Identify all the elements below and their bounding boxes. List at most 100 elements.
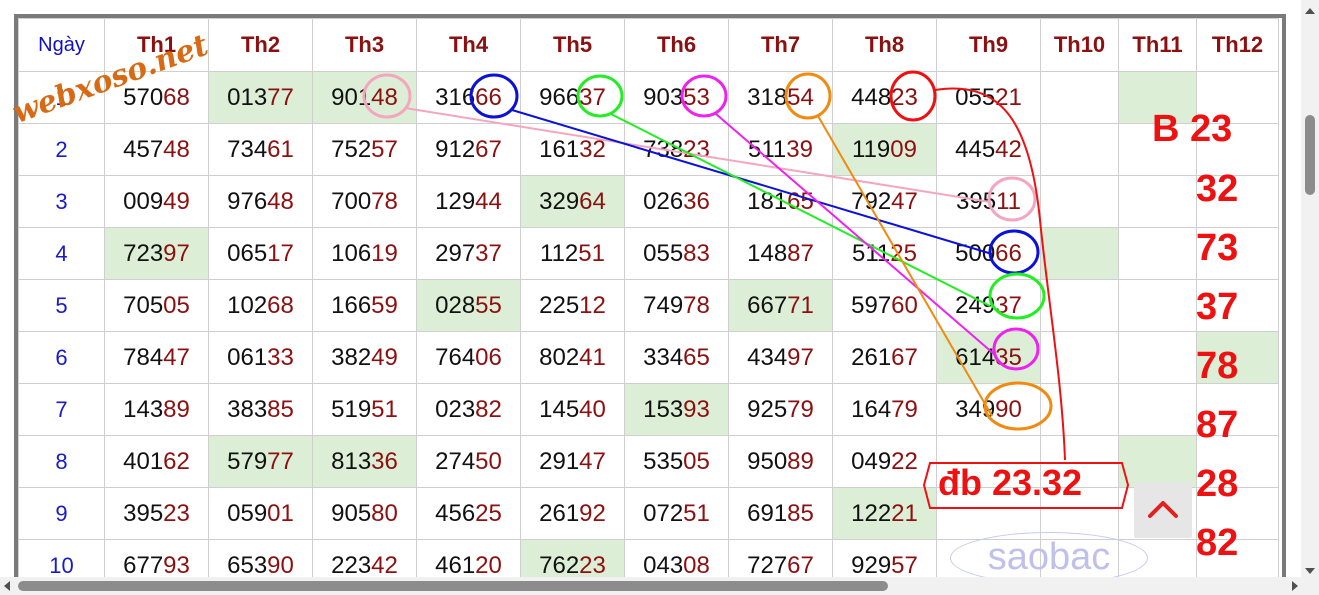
table-row: 3 00949 97648 70078 12944 32964 02636 18165 7924… [18,175,1279,228]
scroll-to-top-button[interactable] [1134,482,1192,538]
result-cell: 31666 [416,71,521,124]
result-cell [1118,331,1197,384]
table-row: 1 57068 01377 90148 31666 96637 90353 31854 4482… [18,71,1279,124]
column-header-th9: Th9 [936,18,1041,72]
result-tail-digits: 36 [683,187,710,215]
result-tail-digits: 51 [371,395,398,423]
scroll-right-arrow-icon[interactable] [1292,581,1298,591]
result-head-digits: 792 [851,187,892,215]
result-tail-digits: 48 [371,83,398,111]
result-cell: 74978 [624,279,729,332]
table-row: 9 39523 05901 90580 45625 26192 07251 69185 1222… [18,487,1279,540]
result-tail-digits: 32 [579,135,606,163]
result-head-digits: 061 [227,343,268,371]
result-tail-digits: 37 [475,239,502,267]
result-tail-digits: 48 [163,135,190,163]
day-column-header: Ngày [18,18,105,72]
result-tail-digits: 89 [163,395,190,423]
result-tail-digits: 23 [163,499,190,527]
result-head-digits: 055 [955,83,996,111]
result-cell: 32964 [520,175,625,228]
result-tail-digits: 08 [683,551,710,579]
result-head-digits: 700 [331,187,372,215]
result-tail-digits: 85 [267,395,294,423]
result-tail-digits: 19 [371,239,398,267]
result-tail-digits: 78 [683,291,710,319]
scroll-up-arrow-icon[interactable] [1305,8,1315,14]
result-tail-digits: 21 [891,499,918,527]
result-head-digits: 929 [851,551,892,579]
day-cell: 9 [18,487,105,540]
result-cell [1040,71,1119,124]
result-head-digits: 026 [643,187,684,215]
result-tail-digits: 37 [995,291,1022,319]
result-tail-digits: 55 [475,291,502,319]
result-cell: 44542 [936,123,1041,176]
result-head-digits: 966 [539,83,580,111]
result-cell: 34990 [936,383,1041,436]
result-cell: 76406 [416,331,521,384]
result-cell: 96637 [520,71,625,124]
horizontal-scroll-thumb[interactable] [18,581,888,591]
result-cell [1040,175,1119,228]
result-head-digits: 519 [331,395,372,423]
result-cell: 02636 [624,175,729,228]
result-cell: 91267 [416,123,521,176]
result-head-digits: 382 [331,343,372,371]
result-tail-digits: 85 [787,499,814,527]
day-cell: 4 [18,227,105,280]
day-cell: 7 [18,383,105,436]
result-tail-digits: 37 [579,83,606,111]
column-header-th7: Th7 [728,18,833,72]
result-cell: 44823 [832,71,937,124]
result-cell: 12221 [832,487,937,540]
table-row: 4 72397 06517 10619 29737 11251 05583 14887 5112… [18,227,1279,280]
vertical-scroll-thumb[interactable] [1305,115,1315,195]
scroll-left-arrow-icon[interactable] [4,581,10,591]
result-head-digits: 102 [227,291,268,319]
scroll-down-arrow-icon[interactable] [1305,568,1315,574]
result-head-digits: 261 [539,499,580,527]
result-head-digits: 059 [227,499,268,527]
day-cell: 6 [18,331,105,384]
result-cell: 11251 [520,227,625,280]
result-cell: 11909 [832,123,937,176]
result-tail-digits: 33 [267,343,294,371]
result-cell: 06133 [208,331,313,384]
result-cell: 16479 [832,383,937,436]
result-tail-digits: 90 [995,395,1022,423]
column-header-th6: Th6 [624,18,729,72]
result-cell [1118,435,1197,488]
result-head-digits: 912 [435,135,476,163]
result-tail-digits: 97 [163,239,190,267]
result-head-digits: 434 [747,343,788,371]
result-tail-digits: 97 [787,343,814,371]
result-cell: 05583 [624,227,729,280]
result-cell: 18165 [728,175,833,228]
b-number-3: 37 [1196,286,1239,328]
result-head-digits: 274 [435,447,476,475]
vertical-scrollbar[interactable] [1301,0,1319,595]
result-cell: 75257 [312,123,417,176]
result-cell: 33465 [624,331,729,384]
result-head-digits: 705 [123,291,164,319]
result-tail-digits: 71 [787,291,814,319]
result-head-digits: 316 [435,83,476,111]
result-tail-digits: 53 [683,83,710,111]
result-head-digits: 122 [851,499,892,527]
result-head-digits: 535 [643,447,684,475]
result-head-digits: 225 [539,291,580,319]
result-head-digits: 511 [852,239,891,267]
result-head-digits: 677 [123,551,164,579]
result-tail-digits: 49 [163,187,190,215]
result-tail-digits: 89 [787,447,814,475]
result-cell: 90580 [312,487,417,540]
result-cell: 90148 [312,71,417,124]
result-head-digits: 445 [955,135,996,163]
result-head-digits: 009 [123,187,164,215]
result-head-digits: 129 [435,187,476,215]
result-cell: 45625 [416,487,521,540]
result-tail-digits: 66 [475,83,502,111]
result-cell: 04922 [832,435,937,488]
result-head-digits: 291 [539,447,580,475]
